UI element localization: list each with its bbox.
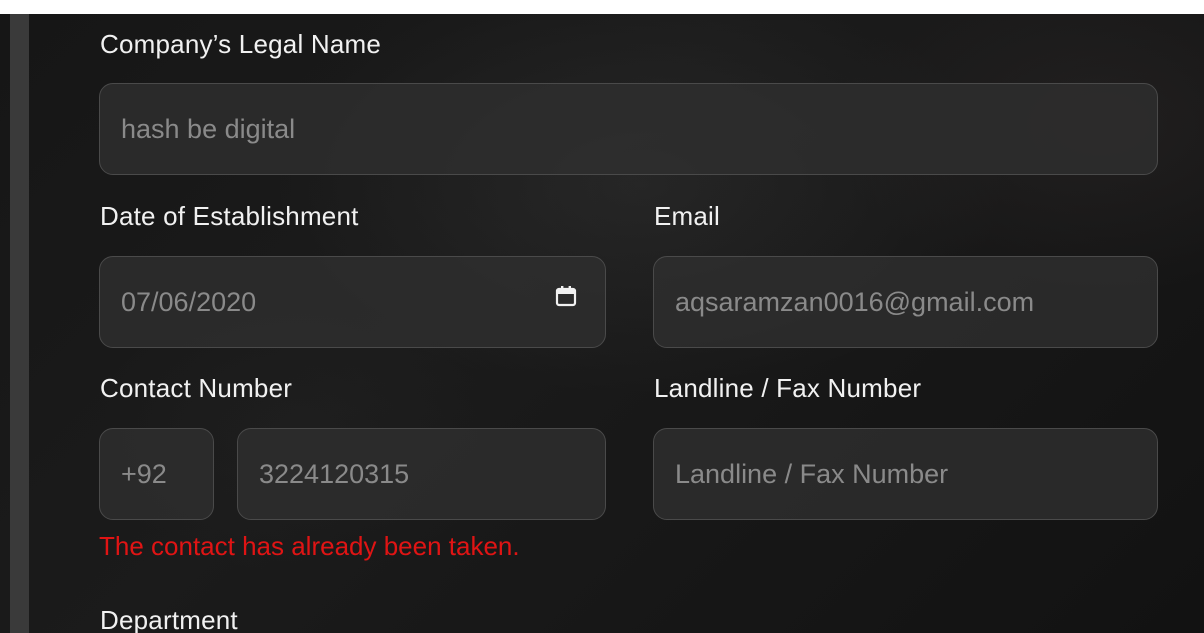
legal-name-placeholder: hash be digital: [121, 113, 296, 144]
contact-error-message: The contact has already been taken.: [99, 531, 520, 561]
country-code-input[interactable]: +92: [99, 428, 214, 520]
calendar-icon[interactable]: [555, 285, 577, 307]
email-label: Email: [654, 201, 721, 231]
registration-form-panel: Company’s Legal Name hash be digital Dat…: [0, 14, 1204, 633]
date-of-establishment-label: Date of Establishment: [100, 201, 359, 231]
contact-number-label: Contact Number: [100, 373, 293, 403]
email-value: aqsaramzan0016@gmail.com: [675, 286, 1035, 317]
left-scroll-bar: [10, 14, 29, 633]
date-value: 07/06/2020: [121, 286, 257, 317]
landline-label: Landline / Fax Number: [654, 373, 922, 403]
landline-placeholder: Landline / Fax Number: [675, 458, 949, 489]
department-label: Department: [100, 605, 238, 633]
email-input[interactable]: aqsaramzan0016@gmail.com: [653, 256, 1158, 348]
date-of-establishment-input[interactable]: 07/06/2020: [99, 256, 606, 348]
landline-input[interactable]: Landline / Fax Number: [653, 428, 1158, 520]
contact-number-input[interactable]: 3224120315: [237, 428, 606, 520]
contact-number-value: 3224120315: [259, 458, 410, 489]
legal-name-label: Company’s Legal Name: [100, 29, 381, 59]
country-code-value: +92: [121, 458, 167, 489]
legal-name-input[interactable]: hash be digital: [99, 83, 1158, 175]
